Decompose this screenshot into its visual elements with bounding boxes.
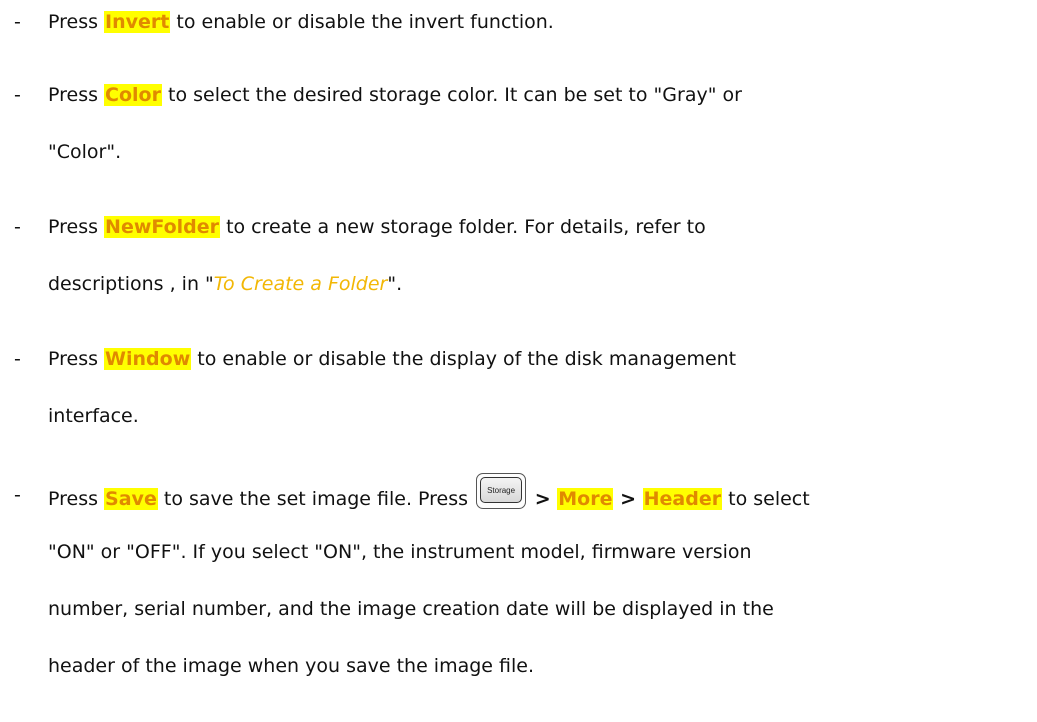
text: Press xyxy=(48,84,105,106)
text: Press xyxy=(48,488,105,510)
bullet-line: number, serial number, and the image cre… xyxy=(48,598,774,620)
bullet-line: interface. xyxy=(48,405,139,427)
bullet-dash: - xyxy=(14,348,21,370)
text: Press xyxy=(48,216,105,238)
text: ". xyxy=(387,273,403,295)
bullet-dash: - xyxy=(14,11,21,33)
bullet-line: Press Color to select the desired storag… xyxy=(48,73,742,117)
bullet-line: descriptions , in "To Create a Folder". xyxy=(48,262,402,306)
softkey-newfolder: NewFolder xyxy=(104,216,221,238)
bullet-dash: - xyxy=(14,484,21,506)
softkey-more: More xyxy=(557,488,614,510)
text: Press xyxy=(48,11,105,33)
softkey-color: Color xyxy=(104,84,162,106)
text: to select the desired storage color. It … xyxy=(161,84,742,106)
bullet-line: Press Save to save the set image file. P… xyxy=(48,473,810,521)
bullet-line: Press Invert to enable or disable the in… xyxy=(48,0,554,44)
text: to create a new storage folder. For deta… xyxy=(220,216,706,238)
bullet-dash: - xyxy=(14,84,21,106)
bullet-line: Press NewFolder to create a new storage … xyxy=(48,205,706,249)
softkey-invert: Invert xyxy=(104,11,171,33)
text: Press xyxy=(48,348,105,370)
softkey-save: Save xyxy=(104,488,158,510)
text: to save the set image file. Press xyxy=(157,488,475,510)
link-create-folder[interactable]: To Create a Folder xyxy=(214,273,388,295)
separator: > xyxy=(528,488,558,510)
text: to enable or disable the display of the … xyxy=(191,348,737,370)
separator: > xyxy=(613,488,643,510)
bullet-line: Press Window to enable or disable the di… xyxy=(48,337,736,381)
text: to select xyxy=(722,488,810,510)
storage-button-label: Storage xyxy=(480,477,523,503)
bullet-line: "Color". xyxy=(48,141,122,163)
softkey-window: Window xyxy=(104,348,192,370)
bullet-dash: - xyxy=(14,216,21,238)
bullet-line: "ON" or "OFF". If you select "ON", the i… xyxy=(48,541,752,563)
text: descriptions , in " xyxy=(48,273,214,295)
softkey-header: Header xyxy=(642,488,723,510)
storage-button-icon: Storage xyxy=(476,473,527,509)
bullet-line: header of the image when you save the im… xyxy=(48,655,535,677)
text: to enable or disable the invert function… xyxy=(170,11,554,33)
